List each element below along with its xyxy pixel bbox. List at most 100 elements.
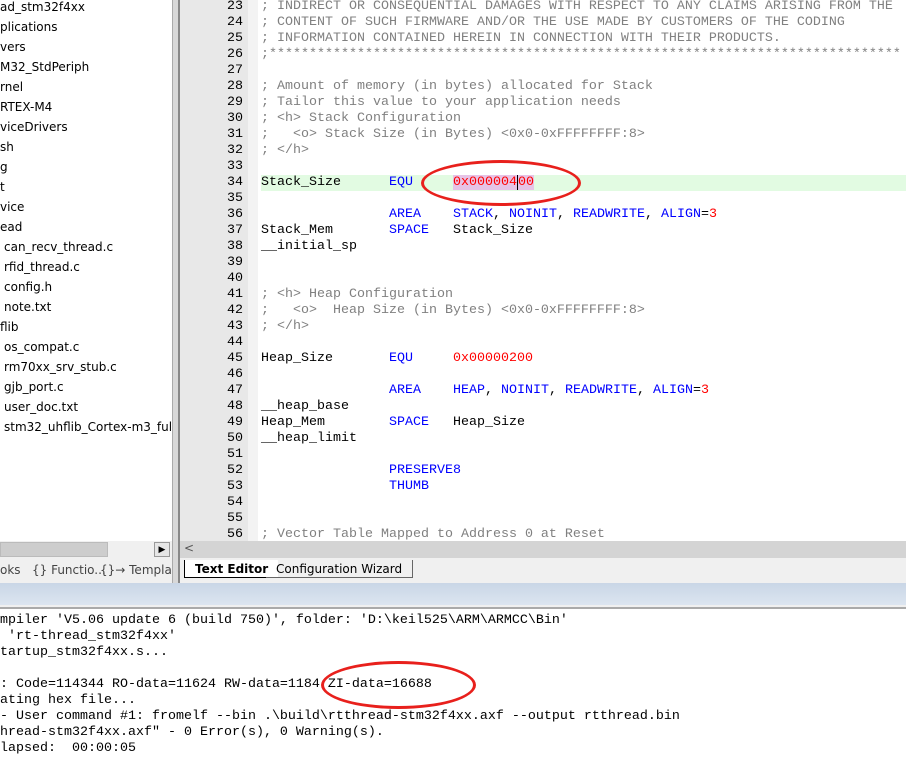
scroll-left-arrow-icon[interactable]: < xyxy=(184,541,194,555)
code-line[interactable]: 28 ; Amount of memory (in bytes) allocate… xyxy=(180,79,906,95)
tree-item[interactable]: rfid_thread.c xyxy=(4,257,80,277)
code-line[interactable]: 27 xyxy=(180,63,906,79)
code-token: Heap_Mem xyxy=(261,415,389,430)
comment-token: ; </h> xyxy=(261,319,309,334)
project-tree-panel: ad_stm32f4xx plications vers M32_StdPeriph r… xyxy=(0,0,172,541)
tree-item[interactable]: ead xyxy=(0,217,22,237)
code-line[interactable]: 23 ; INDIRECT OR CONSEQUENTIAL DAMAGES WI… xyxy=(180,0,906,15)
tree-item[interactable]: stm32_uhflib_Cortex-m3_full.lib xyxy=(4,417,172,437)
line-number: 45 xyxy=(227,351,243,366)
keyword-token: ALIGN xyxy=(652,383,693,398)
tree-item[interactable]: g xyxy=(0,157,8,177)
tree-item[interactable]: plications xyxy=(0,17,57,37)
code-line[interactable]: 56 ; Vector Table Mapped to Address 0 at … xyxy=(180,527,906,541)
tree-item[interactable]: t xyxy=(0,177,5,197)
line-number: 37 xyxy=(227,223,243,238)
code-line[interactable]: 49 Heap_Mem SPACE Heap_Size xyxy=(180,415,906,431)
tab-books[interactable]: oks xyxy=(0,563,21,577)
tree-item[interactable]: note.txt xyxy=(4,297,51,317)
code-line[interactable]: 55 xyxy=(180,511,906,527)
tree-item[interactable]: can_recv_thread.c xyxy=(4,237,113,257)
code-text: ; Tailor this value to your application … xyxy=(261,95,621,111)
code-token: , xyxy=(644,207,661,222)
panel-splitter[interactable] xyxy=(172,0,180,583)
code-line[interactable]: 46 xyxy=(180,367,906,383)
comment-token: ; INFORMATION CONTAINED HEREIN IN CONNEC… xyxy=(261,31,781,46)
code-line[interactable]: 45 Heap_Size EQU 0x00000200 xyxy=(180,351,906,367)
code-text: __initial_sp xyxy=(261,239,357,255)
editor-hscrollbar[interactable]: < xyxy=(180,541,906,558)
code-line[interactable]: 53 THUMB xyxy=(180,479,906,495)
code-text: AREA HEAP, NOINIT, READWRITE, ALIGN=3 xyxy=(261,383,709,399)
code-line[interactable]: 37 Stack_Mem SPACE Stack_Size xyxy=(180,223,906,239)
tree-item[interactable]: vice xyxy=(0,197,24,217)
line-number: 50 xyxy=(227,431,243,446)
text-editor[interactable]: 23 ; INDIRECT OR CONSEQUENTIAL DAMAGES WI… xyxy=(180,0,906,541)
code-line[interactable]: 36 AREA STACK, NOINIT, READWRITE, ALIGN=… xyxy=(180,207,906,223)
code-line[interactable]: 47 AREA HEAP, NOINIT, READWRITE, ALIGN=3 xyxy=(180,383,906,399)
tree-item[interactable]: flib xyxy=(0,317,19,337)
code-line[interactable]: 43 ; </h> xyxy=(180,319,906,335)
code-line[interactable]: 24 ; CONTENT OF SUCH FIRMWARE AND/OR THE … xyxy=(180,15,906,31)
project-tree-hscrollbar[interactable]: ▶ xyxy=(0,541,172,558)
code-text: Stack_Mem SPACE Stack_Size xyxy=(261,223,533,239)
line-number: 26 xyxy=(227,47,243,62)
tab-configuration-wizard[interactable]: Configuration Wizard xyxy=(266,560,414,578)
code-line[interactable]: 31 ; <o> Stack Size (in Bytes) <0x0-0xFFF… xyxy=(180,127,906,143)
code-line[interactable]: 32 ; </h> xyxy=(180,143,906,159)
tree-item[interactable]: viceDrivers xyxy=(0,117,68,137)
line-number: 29 xyxy=(227,95,243,110)
code-line[interactable]: 38 __initial_sp xyxy=(180,239,906,255)
tree-item[interactable]: os_compat.c xyxy=(4,337,79,357)
tree-item[interactable]: sh xyxy=(0,137,14,157)
code-text: ; Amount of memory (in bytes) allocated … xyxy=(261,79,653,95)
code-token: Stack_Size xyxy=(261,175,389,190)
code-text: Heap_Size EQU 0x00000200 xyxy=(261,351,533,367)
code-line[interactable]: 51 xyxy=(180,447,906,463)
line-number: 56 xyxy=(227,527,243,541)
tab-functions[interactable]: {} Functio... xyxy=(32,563,106,577)
code-line[interactable]: 48 __heap_base xyxy=(180,399,906,415)
code-token: , xyxy=(636,383,653,398)
keyword-token: READWRITE xyxy=(572,207,645,222)
tree-item[interactable]: RTEX-M4 xyxy=(0,97,52,117)
tab-text-editor[interactable]: Text Editor xyxy=(184,560,279,578)
code-line[interactable]: 30 ; <h> Stack Configuration xyxy=(180,111,906,127)
line-number: 41 xyxy=(227,287,243,302)
tree-item[interactable]: rm70xx_srv_stub.c xyxy=(4,357,117,377)
tree-item[interactable]: gjb_port.c xyxy=(4,377,64,397)
tree-item[interactable]: M32_StdPeriph xyxy=(0,57,89,77)
code-text: ; <h> Heap Configuration xyxy=(261,287,453,303)
comment-token: ; <o> Stack Size (in Bytes) <0x0-0xFFFFF… xyxy=(261,127,645,142)
code-line[interactable]: 52 PRESERVE8 xyxy=(180,463,906,479)
line-number: 38 xyxy=(227,239,243,254)
keyword-token: SPACE xyxy=(388,223,429,238)
code-line[interactable]: 54 xyxy=(180,495,906,511)
code-line[interactable]: 44 xyxy=(180,335,906,351)
code-line[interactable]: 42 ; <o> Heap Size (in Bytes) <0x0-0xFFFF… xyxy=(180,303,906,319)
code-line[interactable]: 29 ; Tailor this value to your applicatio… xyxy=(180,95,906,111)
tree-item[interactable]: ad_stm32f4xx xyxy=(0,0,85,17)
line-number: 47 xyxy=(227,383,243,398)
code-token: __heap_limit xyxy=(261,431,357,446)
tree-item[interactable]: config.h xyxy=(4,277,52,297)
tree-item[interactable]: vers xyxy=(0,37,26,57)
tree-item[interactable]: user_doc.txt xyxy=(4,397,78,417)
code-text: ; </h> xyxy=(261,319,309,335)
tree-item[interactable]: rnel xyxy=(0,77,23,97)
annotation-ellipse-stack-size xyxy=(421,160,581,206)
code-line[interactable]: 50 __heap_limit xyxy=(180,431,906,447)
code-line[interactable]: 41 ; <h> Heap Configuration xyxy=(180,287,906,303)
line-number: 51 xyxy=(227,447,243,462)
scrollbar-thumb[interactable] xyxy=(0,542,108,557)
code-line[interactable]: 39 xyxy=(180,255,906,271)
scroll-right-arrow-icon[interactable]: ▶ xyxy=(154,542,170,557)
number-token: 0x00000200 xyxy=(452,351,533,366)
code-line[interactable]: 25 ; INFORMATION CONTAINED HEREIN IN CONN… xyxy=(180,31,906,47)
code-line[interactable]: 26 ;*************************************… xyxy=(180,47,906,63)
comment-token: ; CONTENT OF SUCH FIRMWARE AND/OR THE US… xyxy=(261,15,845,30)
code-line[interactable]: 40 xyxy=(180,271,906,287)
